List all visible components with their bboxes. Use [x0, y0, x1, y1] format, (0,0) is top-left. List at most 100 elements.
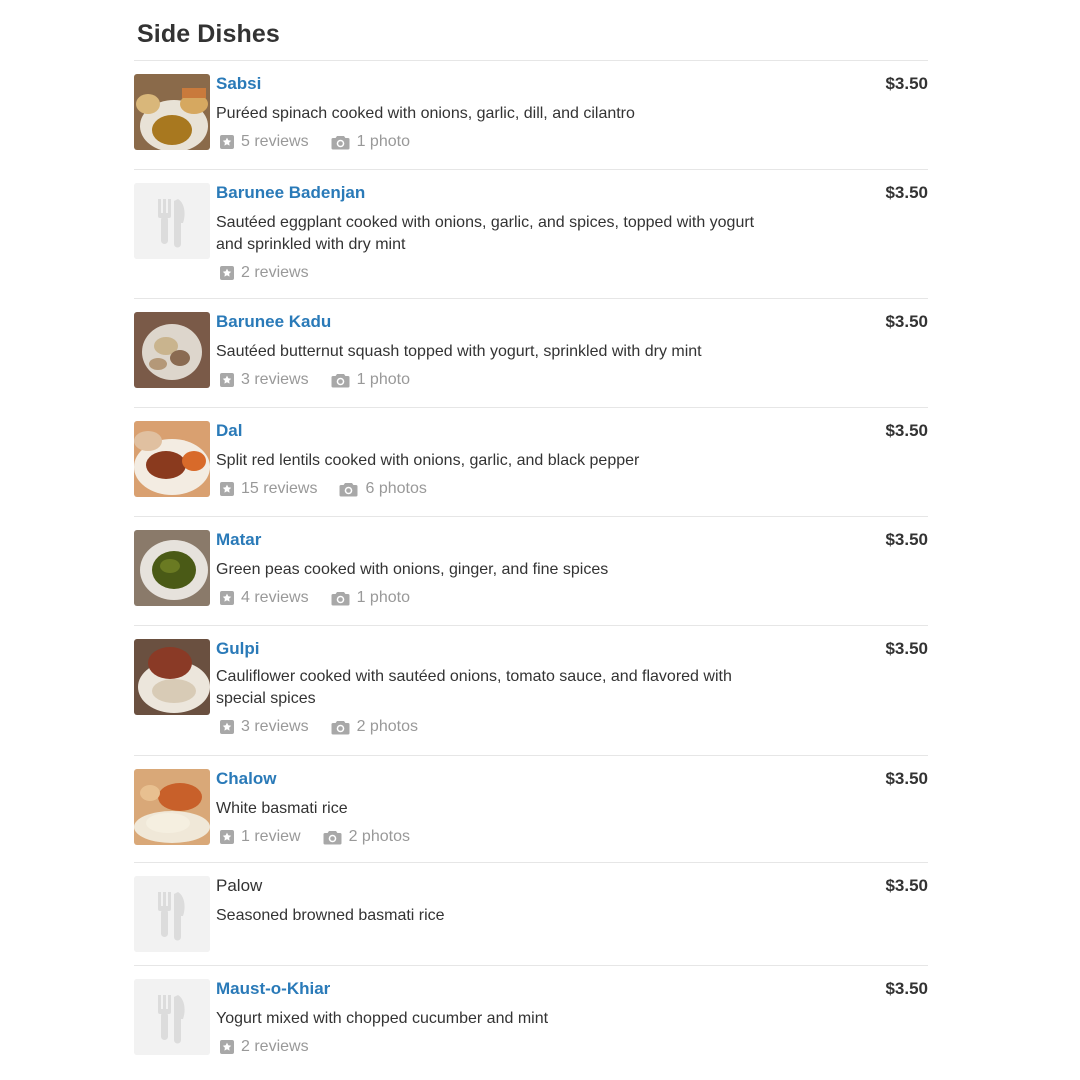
- menu-item: Dal Split red lentils cooked with onions…: [134, 407, 928, 516]
- photos-count: 6 photos: [365, 480, 427, 497]
- fork-knife-icon: [134, 876, 210, 952]
- star-icon: [220, 591, 234, 605]
- camera-icon: [331, 591, 350, 605]
- dish-price: $3.50: [885, 769, 928, 788]
- camera-icon: [323, 830, 342, 844]
- camera-icon: [331, 720, 350, 734]
- star-icon: [220, 266, 234, 280]
- dish-photo-placeholder: [134, 876, 210, 952]
- photos-link[interactable]: 2 photos: [323, 826, 410, 848]
- dish-price: $3.50: [885, 312, 928, 331]
- photos-count: 2 photos: [356, 718, 418, 735]
- reviews-count: 3 reviews: [241, 371, 309, 388]
- dish-meta: 15 reviews 6 photos: [216, 478, 776, 500]
- menu-list: Sabsi Puréed spinach cooked with onions,…: [134, 60, 928, 1065]
- dish-description: Seasoned browned basmati rice: [216, 907, 445, 924]
- dish-description: Split red lentils cooked with onions, ga…: [216, 452, 640, 469]
- dish-name-link[interactable]: Barunee Kadu: [216, 311, 331, 333]
- dish-name-link[interactable]: Maust-o-Khiar: [216, 978, 330, 1000]
- dish-price: $3.50: [885, 639, 928, 658]
- menu-item: Matar Green peas cooked with onions, gin…: [134, 516, 928, 625]
- dish-photo[interactable]: [134, 421, 210, 497]
- photos-count: 1 photo: [356, 371, 410, 388]
- dish-photo[interactable]: [134, 530, 210, 606]
- reviews-count: 1 review: [241, 828, 301, 845]
- star-icon: [220, 1040, 234, 1054]
- dish-photo[interactable]: [134, 312, 210, 388]
- reviews-link[interactable]: 2 reviews: [220, 262, 309, 284]
- dish-description: Cauliflower cooked with sautéed onions, …: [216, 668, 732, 707]
- reviews-count: 15 reviews: [241, 480, 318, 497]
- photos-link[interactable]: 1 photo: [331, 369, 410, 391]
- dish-meta: 5 reviews 1 photo: [216, 131, 776, 153]
- camera-icon: [339, 482, 358, 496]
- menu-item: Barunee Badenjan Sautéed eggplant cooked…: [134, 169, 928, 298]
- dish-name: Palow: [216, 876, 263, 895]
- photos-count: 1 photo: [356, 589, 410, 606]
- reviews-link[interactable]: 3 reviews: [220, 369, 309, 391]
- photos-link[interactable]: 2 photos: [331, 716, 418, 738]
- dish-name-link[interactable]: Matar: [216, 529, 261, 551]
- star-icon: [220, 135, 234, 149]
- dish-description: Sautéed eggplant cooked with onions, gar…: [216, 214, 755, 253]
- dish-price: $3.50: [885, 530, 928, 549]
- dish-price: $3.50: [885, 876, 928, 895]
- reviews-link[interactable]: 15 reviews: [220, 478, 317, 500]
- dish-name-link[interactable]: Gulpi: [216, 638, 259, 660]
- reviews-count: 2 reviews: [241, 1038, 309, 1055]
- dish-meta: 2 reviews: [216, 1036, 776, 1058]
- reviews-count: 4 reviews: [241, 589, 309, 606]
- dish-price: $3.50: [885, 74, 928, 93]
- photos-count: 2 photos: [348, 828, 410, 845]
- reviews-link[interactable]: 4 reviews: [220, 587, 309, 609]
- menu-item: Chalow White basmati rice 1 review 2 pho…: [134, 755, 928, 862]
- menu-item: Palow Seasoned browned basmati rice $3.5…: [134, 862, 928, 965]
- star-icon: [220, 830, 234, 844]
- reviews-link[interactable]: 1 review: [220, 826, 301, 848]
- dish-name-link[interactable]: Sabsi: [216, 73, 261, 95]
- dish-photo[interactable]: [134, 769, 210, 845]
- menu-item: Maust-o-Khiar Yogurt mixed with chopped …: [134, 965, 928, 1065]
- dish-photo[interactable]: [134, 639, 210, 715]
- reviews-link[interactable]: 3 reviews: [220, 716, 309, 738]
- dish-description: Puréed spinach cooked with onions, garli…: [216, 105, 635, 122]
- dish-description: Yogurt mixed with chopped cucumber and m…: [216, 1010, 549, 1027]
- reviews-link[interactable]: 2 reviews: [220, 1036, 309, 1058]
- camera-icon: [331, 135, 350, 149]
- dish-meta: 1 review 2 photos: [216, 826, 776, 848]
- fork-knife-icon: [134, 979, 210, 1055]
- reviews-link[interactable]: 5 reviews: [220, 131, 309, 153]
- reviews-count: 5 reviews: [241, 133, 309, 150]
- dish-meta: 3 reviews 2 photos: [216, 716, 776, 738]
- star-icon: [220, 482, 234, 496]
- photos-link[interactable]: 1 photo: [331, 587, 410, 609]
- photos-link[interactable]: 6 photos: [339, 478, 427, 500]
- star-icon: [220, 373, 234, 387]
- dish-name-link[interactable]: Chalow: [216, 768, 276, 790]
- dish-photo[interactable]: [134, 74, 210, 150]
- dish-photo-placeholder: [134, 183, 210, 259]
- menu-item: Gulpi Cauliflower cooked with sautéed on…: [134, 625, 928, 755]
- dish-description: Green peas cooked with onions, ginger, a…: [216, 561, 609, 578]
- dish-name-link[interactable]: Barunee Badenjan: [216, 182, 365, 204]
- page-title: Side Dishes: [137, 20, 280, 48]
- reviews-count: 2 reviews: [241, 264, 309, 281]
- dish-price: $3.50: [885, 421, 928, 440]
- menu-item: Sabsi Puréed spinach cooked with onions,…: [134, 60, 928, 169]
- photos-count: 1 photo: [356, 133, 410, 150]
- menu-item: Barunee Kadu Sautéed butternut squash to…: [134, 298, 928, 407]
- dish-price: $3.50: [885, 183, 928, 202]
- camera-icon: [331, 373, 350, 387]
- dish-description: White basmati rice: [216, 800, 348, 817]
- dish-meta: 3 reviews 1 photo: [216, 369, 776, 391]
- dish-price: $3.50: [885, 979, 928, 998]
- dish-meta: 4 reviews 1 photo: [216, 587, 776, 609]
- dish-meta: 2 reviews: [216, 262, 776, 284]
- dish-description: Sautéed butternut squash topped with yog…: [216, 343, 702, 360]
- fork-knife-icon: [134, 183, 210, 259]
- dish-name-link[interactable]: Dal: [216, 420, 242, 442]
- photos-link[interactable]: 1 photo: [331, 131, 410, 153]
- star-icon: [220, 720, 234, 734]
- dish-photo-placeholder: [134, 979, 210, 1055]
- reviews-count: 3 reviews: [241, 718, 309, 735]
